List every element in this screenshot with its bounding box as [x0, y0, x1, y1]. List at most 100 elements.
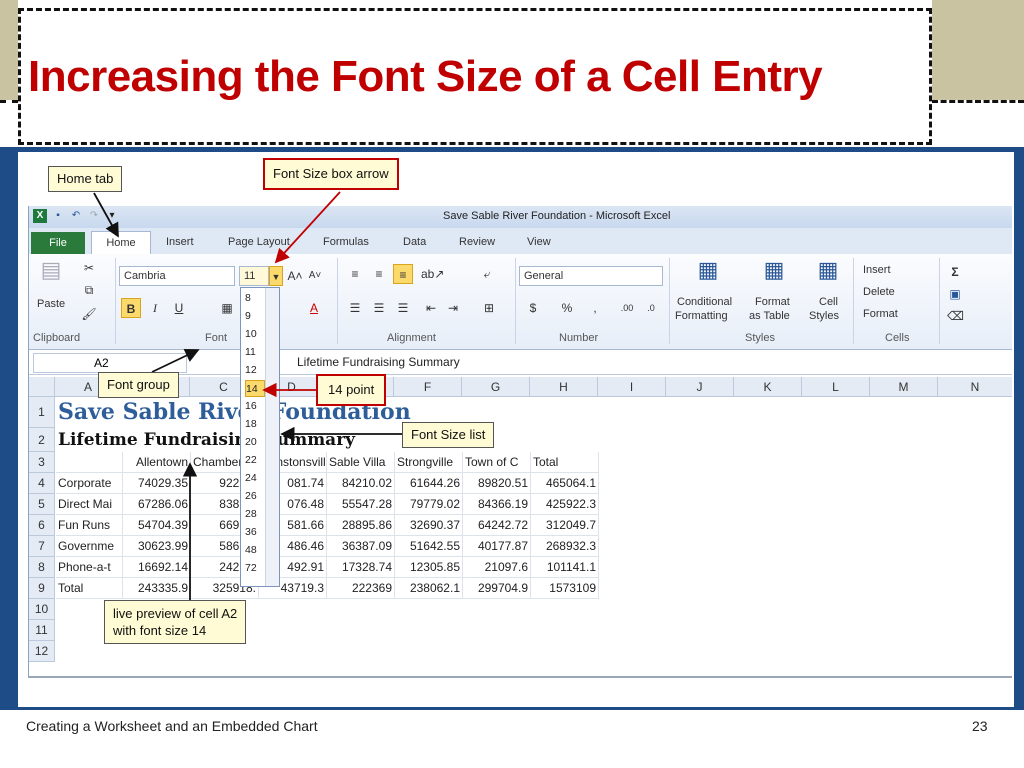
copy-icon[interactable]: ⧉ — [81, 280, 97, 300]
undo-icon[interactable]: ↶ — [69, 209, 83, 223]
cell-g3[interactable]: Town of C — [463, 452, 531, 473]
autosum-icon[interactable]: Σ — [947, 262, 963, 282]
cell-h7[interactable]: 268932.3 — [531, 536, 599, 557]
font-size-option[interactable]: 22 — [245, 452, 275, 469]
cell-f6[interactable]: 32690.37 — [395, 515, 463, 536]
underline-button[interactable]: U — [169, 298, 189, 318]
redo-icon[interactable]: ↷ — [87, 209, 101, 223]
format-as-table-label-2[interactable]: as Table — [749, 310, 790, 322]
format-cells-button[interactable]: Format — [863, 308, 898, 320]
save-icon[interactable]: ▪ — [51, 209, 65, 223]
name-box[interactable]: A2 — [33, 353, 187, 373]
row-header[interactable]: 4 — [29, 473, 55, 494]
italic-button[interactable]: I — [145, 298, 165, 318]
cut-icon[interactable]: ✂ — [81, 258, 97, 278]
cell-h5[interactable]: 425922.3 — [531, 494, 599, 515]
comma-button[interactable]: , — [589, 298, 601, 318]
column-header-j[interactable]: J — [666, 377, 734, 397]
align-bottom-icon[interactable]: ≡ — [393, 264, 413, 284]
conditional-formatting-label[interactable]: Conditional — [677, 296, 732, 308]
align-middle-icon[interactable]: ≡ — [369, 264, 389, 284]
column-header-n[interactable]: N — [938, 377, 1012, 397]
cell-g7[interactable]: 40177.87 — [463, 536, 531, 557]
row-header[interactable]: 3 — [29, 452, 55, 473]
increase-decimal-icon[interactable]: .00 — [617, 298, 637, 318]
cell-b3[interactable]: Allentown — [123, 452, 191, 473]
cell-g8[interactable]: 21097.6 — [463, 557, 531, 578]
delete-cells-button[interactable]: Delete — [863, 286, 895, 298]
cell-g9[interactable]: 299704.9 — [463, 578, 531, 599]
row-header[interactable]: 8 — [29, 557, 55, 578]
cell-f5[interactable]: 79779.02 — [395, 494, 463, 515]
cell-a9[interactable]: Total — [56, 578, 123, 599]
cell-f3[interactable]: Strongville — [395, 452, 463, 473]
column-header-m[interactable]: M — [870, 377, 938, 397]
font-size-option[interactable]: 48 — [245, 542, 275, 559]
cell-h9[interactable]: 1573109 — [531, 578, 599, 599]
font-size-option[interactable]: 12 — [245, 362, 275, 379]
cell-b4[interactable]: 74029.35 — [123, 473, 191, 494]
cell-g6[interactable]: 64242.72 — [463, 515, 531, 536]
align-right-icon[interactable]: ☰ — [393, 298, 413, 318]
font-size-option[interactable]: 9 — [245, 308, 275, 325]
align-left-icon[interactable]: ☰ — [345, 298, 365, 318]
conditional-formatting-label-2[interactable]: Formatting — [675, 310, 728, 322]
align-center-icon[interactable]: ☰ — [369, 298, 389, 318]
font-size-option[interactable]: 20 — [245, 434, 275, 451]
row-header[interactable]: 10 — [29, 599, 55, 620]
cell-e4[interactable]: 84210.02 — [327, 473, 395, 494]
cell-e9[interactable]: 222369 — [327, 578, 395, 599]
font-size-option[interactable]: 10 — [245, 326, 275, 343]
conditional-formatting-icon[interactable]: ▦ — [693, 259, 723, 290]
tab-home[interactable]: Home — [91, 231, 151, 254]
customize-toolbar-icon[interactable]: ▾ — [105, 209, 119, 223]
borders-icon[interactable]: ▦ — [219, 298, 235, 318]
row-header[interactable]: 1 — [29, 397, 55, 428]
formula-content[interactable]: Lifetime Fundraising Summary — [297, 355, 460, 369]
tab-review[interactable]: Review — [459, 236, 495, 248]
clear-icon[interactable]: ⌫ — [947, 306, 964, 326]
cell-f9[interactable]: 238062.1 — [395, 578, 463, 599]
merge-center-icon[interactable]: ⊞ — [477, 298, 501, 318]
cell-f8[interactable]: 12305.85 — [395, 557, 463, 578]
cell-a8[interactable]: Phone-a-t — [56, 557, 123, 578]
font-name-box[interactable]: Cambria — [119, 266, 235, 286]
paste-icon[interactable]: ▤ — [37, 259, 65, 294]
fill-icon[interactable]: ▣ — [947, 284, 963, 304]
row-header[interactable]: 2 — [29, 428, 55, 452]
cell-g5[interactable]: 84366.19 — [463, 494, 531, 515]
cell-a7[interactable]: Governme — [56, 536, 123, 557]
font-size-option[interactable]: 16 — [245, 398, 275, 415]
font-size-option[interactable]: 8 — [245, 290, 275, 307]
font-size-option[interactable]: 26 — [245, 488, 275, 505]
tab-insert[interactable]: Insert — [166, 236, 194, 248]
cell-f4[interactable]: 61644.26 — [395, 473, 463, 494]
shrink-font-icon[interactable]: A˅ — [307, 266, 323, 286]
select-all-corner[interactable] — [29, 377, 55, 397]
column-header-i[interactable]: I — [598, 377, 666, 397]
cell-a4[interactable]: Corporate — [56, 473, 123, 494]
column-header-g[interactable]: G — [462, 377, 530, 397]
format-as-table-label[interactable]: Format — [755, 296, 790, 308]
cell-styles-icon[interactable]: ▦ — [813, 259, 843, 290]
cell-e6[interactable]: 28895.86 — [327, 515, 395, 536]
decrease-indent-icon[interactable]: ⇤ — [421, 298, 441, 318]
cell-e5[interactable]: 55547.28 — [327, 494, 395, 515]
tab-formulas[interactable]: Formulas — [323, 236, 369, 248]
cell-b7[interactable]: 30623.99 — [123, 536, 191, 557]
number-format-box[interactable]: General — [519, 266, 663, 286]
row-header[interactable]: 11 — [29, 620, 55, 641]
row-header[interactable]: 5 — [29, 494, 55, 515]
percent-button[interactable]: % — [559, 298, 575, 318]
font-size-option[interactable]: 18 — [245, 416, 275, 433]
cell-styles-label[interactable]: Cell — [819, 296, 838, 308]
cell-e3[interactable]: Sable Villa — [327, 452, 395, 473]
cell-a6[interactable]: Fun Runs — [56, 515, 123, 536]
font-color-icon[interactable]: A — [305, 298, 323, 318]
column-header-k[interactable]: K — [734, 377, 802, 397]
font-size-option[interactable]: 72 — [245, 560, 275, 577]
cell-a3[interactable] — [56, 452, 123, 473]
bold-button[interactable]: B — [121, 298, 141, 318]
row-header[interactable]: 12 — [29, 641, 55, 662]
grow-font-icon[interactable]: A˄ — [287, 266, 303, 286]
